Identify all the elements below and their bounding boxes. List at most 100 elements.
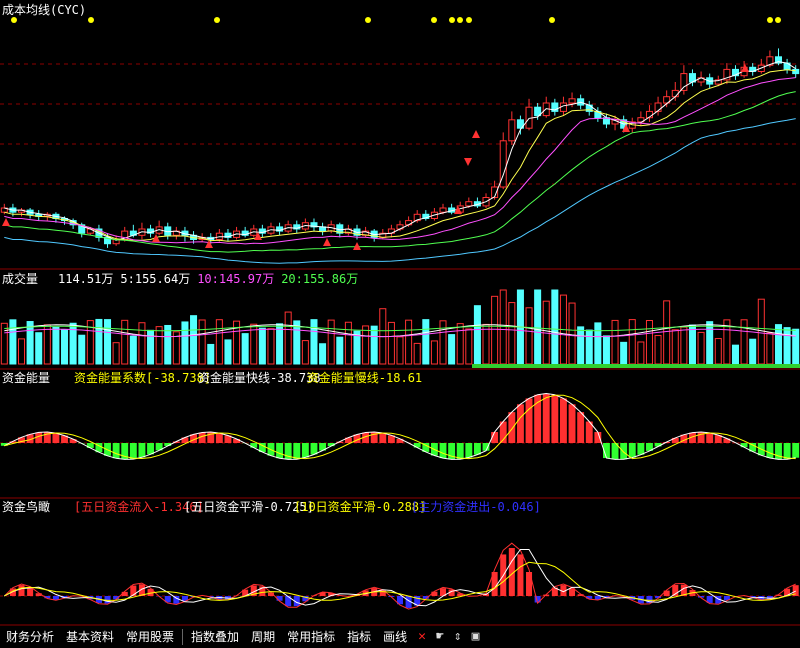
energy-bar — [456, 443, 464, 460]
energy-bar — [525, 398, 533, 443]
volume-bar — [611, 319, 619, 365]
volume-bar — [766, 332, 774, 365]
energy-bar — [233, 438, 240, 443]
volume-bar — [258, 327, 266, 365]
energy-bar — [112, 443, 120, 459]
volume-legend-item: 10:145.97万 — [197, 272, 274, 286]
energy-legend-item: 资金能量慢线-18.61 — [307, 370, 422, 385]
volume-bar — [319, 343, 327, 365]
volume-bar — [637, 341, 645, 365]
energy-bar — [516, 404, 524, 443]
volume-bar — [706, 321, 714, 365]
volume-bar — [198, 319, 206, 365]
signal-dot-marker — [11, 17, 17, 23]
energy-bar — [138, 443, 146, 458]
volume-bar — [35, 332, 43, 365]
energy-bar — [276, 443, 284, 459]
signal-dot-marker — [449, 17, 455, 23]
energy-bar — [250, 443, 258, 448]
volume-bar — [783, 327, 791, 365]
volume-bar — [482, 323, 490, 365]
volume-bar — [0, 322, 8, 365]
basic-info-button[interactable]: 基本资料 — [60, 626, 120, 648]
volume-bar — [301, 340, 309, 365]
signal-dot-marker — [88, 17, 94, 23]
volume-bar — [207, 343, 215, 365]
energy-bar — [465, 443, 473, 458]
volume-bar — [181, 321, 189, 365]
energy-bar — [783, 443, 791, 460]
common-indicators-button[interactable]: 常用指标 — [281, 626, 341, 648]
bird-bar — [18, 585, 25, 596]
volume-bar — [344, 321, 352, 365]
volume-bar — [9, 319, 17, 365]
indicators-button[interactable]: 指标 — [341, 626, 377, 648]
close-icon[interactable]: ✕ — [413, 626, 431, 648]
finance-analysis-button[interactable]: 财务分析 — [0, 626, 60, 648]
red-triangle-marker — [2, 218, 10, 226]
volume-bar — [112, 342, 120, 365]
common-stocks-button[interactable]: 常用股票 — [120, 626, 180, 648]
hand-icon[interactable]: ☛ — [431, 626, 449, 648]
volume-bar — [628, 319, 636, 365]
period-button[interactable]: 周期 — [245, 626, 281, 648]
volume-bar — [43, 324, 51, 365]
energy-panel-title: 资金能量 — [2, 370, 50, 385]
move-vertical-icon[interactable]: ⇕ — [449, 626, 467, 648]
energy-bar — [628, 443, 636, 458]
energy-bar — [301, 443, 309, 458]
volume-legend-item: 5:155.64万 — [120, 272, 190, 286]
stock-chart[interactable]: 成本均线(CYC) 成交量 114.51万 5:155.64万 10:145.97万 20… — [0, 0, 800, 626]
volume-bar — [749, 338, 757, 365]
signal-dot-marker — [767, 17, 773, 23]
energy-bar — [508, 412, 516, 443]
volume-bar — [138, 322, 146, 365]
volume-bar — [499, 289, 507, 365]
volume-bar — [508, 302, 516, 365]
volume-bar — [164, 324, 172, 365]
volume-bar — [293, 320, 301, 365]
volume-bar — [645, 320, 653, 365]
bird-legend-item: [主力资金进出-0.046] — [411, 499, 541, 514]
candle-body — [792, 68, 800, 75]
volume-bar — [413, 342, 421, 365]
volume-bar — [568, 302, 576, 365]
volume-green-strip — [472, 364, 800, 368]
main-panel-title: 成本均线(CYC) — [2, 3, 86, 17]
moving-average-line — [4, 77, 796, 245]
energy-legend-item: 资金能量系数[-38.738] — [74, 370, 211, 385]
energy-bar — [560, 398, 567, 443]
energy-bar — [69, 439, 77, 443]
volume-bar — [310, 319, 318, 365]
volume-bar — [792, 328, 800, 365]
volume-bar — [52, 326, 60, 365]
volume-bar — [456, 323, 464, 365]
index-overlay-button[interactable]: 指数叠加 — [185, 626, 245, 648]
volume-bar — [551, 289, 559, 365]
draw-line-button[interactable]: 画线 — [377, 626, 413, 648]
volume-bar — [448, 334, 456, 365]
signal-dot-marker — [466, 17, 472, 23]
volume-legend-item: 20:155.86万 — [281, 272, 358, 286]
volume-bar — [654, 335, 662, 365]
lock-icon[interactable]: ▣ — [467, 626, 485, 648]
volume-bar — [594, 322, 602, 365]
volume-bar — [697, 331, 705, 365]
volume-bar — [190, 315, 198, 365]
red-triangle-marker — [464, 158, 472, 166]
volume-bar — [241, 333, 249, 365]
energy-bar — [473, 443, 481, 455]
candle-body — [439, 207, 447, 213]
volume-panel-title: 成交量 — [2, 271, 38, 286]
energy-bar — [310, 443, 318, 455]
energy-legend-item: 资金能量快线-38.738 — [198, 370, 321, 385]
volume-bar — [95, 318, 103, 365]
energy-bar — [542, 393, 550, 443]
volume-bar — [473, 305, 481, 365]
red-triangle-marker — [472, 130, 480, 138]
signal-dot-marker — [431, 17, 437, 23]
toolbar-separator — [182, 629, 184, 645]
volume-bar — [534, 289, 542, 365]
red-triangle-marker — [323, 238, 331, 246]
signal-dot-marker — [457, 17, 463, 23]
